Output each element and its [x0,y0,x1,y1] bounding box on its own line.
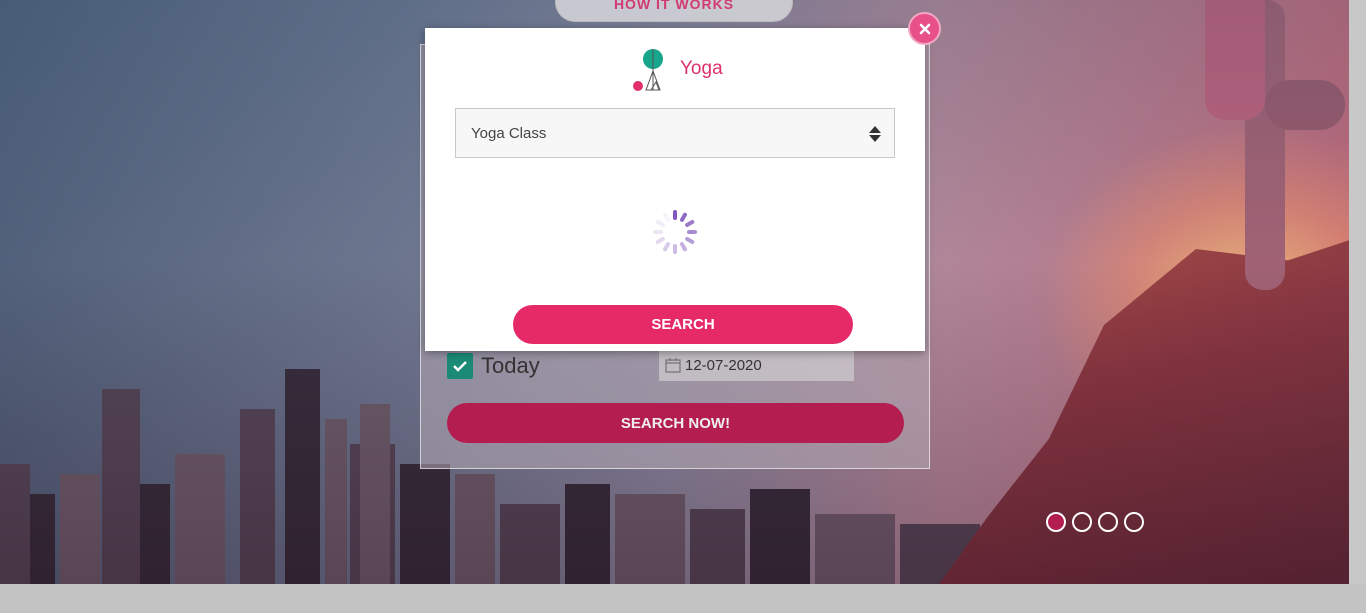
date-value: 12-07-2020 [685,356,762,374]
search-now-button[interactable]: SEARCH NOW! [447,403,904,443]
today-checkbox[interactable] [447,353,473,379]
loading-spinner-icon [653,210,697,254]
modal-header: Yoga [632,46,723,92]
today-checkbox-row[interactable]: Today [447,353,540,379]
footer-strip [0,584,1366,613]
sort-arrows-icon [869,126,881,142]
modal-title: Yoga [680,58,723,79]
carousel-dot-4[interactable] [1124,512,1144,532]
close-icon [919,23,930,34]
carousel-dot-1[interactable] [1046,512,1066,532]
carousel-dots [1046,512,1144,532]
check-icon [453,361,467,372]
category-modal: Yoga Yoga Class SEARCH [425,28,925,351]
person-image [1245,0,1285,290]
search-button[interactable]: SEARCH [513,305,853,344]
carousel-dot-2[interactable] [1072,512,1092,532]
today-label: Today [481,353,540,378]
close-modal-button[interactable] [908,12,941,45]
category-select[interactable]: Yoga Class [455,108,895,158]
how-it-works-button[interactable]: HOW IT WORKS [555,0,793,22]
carousel-dot-3[interactable] [1098,512,1118,532]
category-select-value: Yoga Class [471,124,547,142]
yoga-logo-icon [633,49,663,91]
date-field[interactable]: 12-07-2020 [659,349,854,381]
calendar-icon [665,358,681,373]
